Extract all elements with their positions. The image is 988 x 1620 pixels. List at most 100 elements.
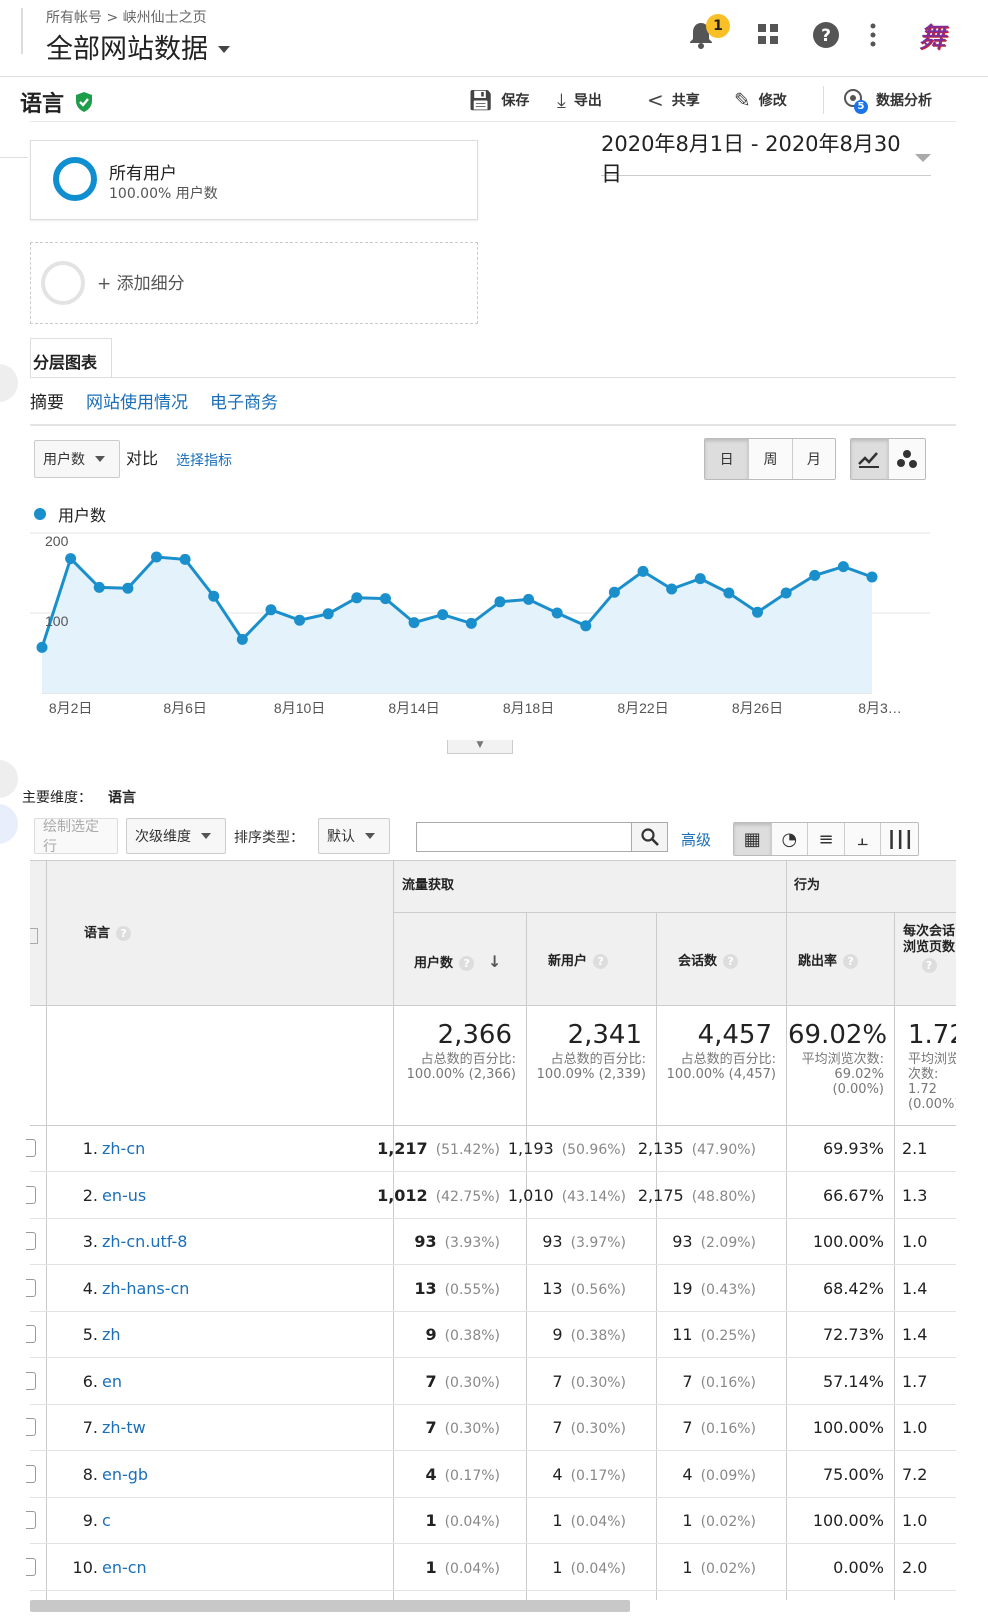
view-performance-button[interactable]: ≡	[807, 823, 844, 855]
col-header-users[interactable]: 用户数? ↓	[414, 954, 501, 972]
view-selector[interactable]: 全部网站数据	[46, 27, 230, 66]
insights-button[interactable]: 5 数据分析	[842, 88, 932, 114]
view-table-button[interactable]: ▦	[734, 823, 771, 855]
more-vert-icon[interactable]	[868, 22, 878, 48]
chart-point[interactable]	[208, 590, 220, 602]
primary-dimension-value[interactable]: 语言	[108, 787, 136, 807]
row-language-link[interactable]: c	[102, 1511, 111, 1530]
help-icon[interactable]: ?	[723, 954, 739, 969]
chart-point[interactable]	[437, 609, 449, 621]
table-row[interactable]: 8. en-gb 4 (0.17%) 4 (0.17%) 4 (0.09%) 75.00% 7.2	[26, 1452, 956, 1498]
metric-dropdown[interactable]: 用户数	[34, 440, 120, 478]
help-icon[interactable]: ?	[459, 956, 475, 971]
row-language-link[interactable]: zh-cn.utf-8	[102, 1232, 187, 1251]
chart-point[interactable]	[322, 608, 334, 620]
chart-point[interactable]	[93, 581, 105, 593]
table-row[interactable]: 4. zh-hans-cn 13 (0.55%) 13 (0.56%) 19 (0.43%) 6…	[26, 1266, 956, 1312]
chart-point[interactable]	[351, 592, 363, 604]
chart-point[interactable]	[637, 565, 649, 577]
row-language-link[interactable]: zh-cn	[102, 1139, 145, 1158]
side-nav-circle-3[interactable]	[0, 804, 18, 844]
table-row[interactable]: 10. en-cn 1 (0.04%) 1 (0.04%) 1 (0.02%) 0.00% 2.0	[26, 1545, 956, 1591]
chart-point[interactable]	[837, 561, 849, 573]
add-segment-card[interactable]: + 添加细分	[30, 242, 478, 324]
row-language-link[interactable]: en-cn	[102, 1558, 147, 1577]
row-checkbox[interactable]	[26, 1418, 36, 1436]
table-row[interactable]: 3. zh-cn.utf-8 93 (3.93%) 93 (3.97%) 93 (2.09%)…	[26, 1219, 956, 1265]
segment-all-users[interactable]: 所有用户 100.00% 用户数	[30, 140, 478, 220]
interval-day-button[interactable]: 日	[705, 439, 749, 479]
subtab-summary[interactable]: 摘要	[30, 388, 64, 413]
chart-point[interactable]	[408, 617, 420, 629]
chart-point[interactable]	[723, 587, 735, 599]
interval-week-button[interactable]: 周	[748, 439, 792, 479]
save-button[interactable]: 💾︎ 保存	[468, 88, 529, 112]
chart-point[interactable]	[36, 641, 48, 653]
help-icon[interactable]: ?	[921, 958, 937, 973]
chart-point[interactable]	[294, 614, 306, 626]
breadcrumb[interactable]: 所有帐号 > 峡州仙士之页	[46, 7, 207, 27]
chart-point[interactable]	[523, 593, 535, 605]
line-chart-toggle[interactable]	[851, 439, 888, 479]
advanced-filter-link[interactable]: 高级	[681, 829, 711, 850]
chart-point[interactable]	[866, 571, 878, 583]
apps-grid-icon[interactable]	[756, 22, 780, 46]
chart-point[interactable]	[666, 583, 678, 595]
view-comparison-button[interactable]: ⫠	[843, 823, 881, 855]
chart-point[interactable]	[580, 620, 592, 632]
select-metric-link[interactable]: 选择指标	[176, 450, 232, 470]
tab-explorer[interactable]: 分层图表	[30, 338, 112, 378]
chart-point[interactable]	[122, 582, 134, 594]
row-language-link[interactable]: zh-tw	[102, 1418, 146, 1437]
chart-point[interactable]	[65, 553, 77, 565]
edit-button[interactable]: ✎ 修改	[734, 88, 787, 112]
row-language-link[interactable]: en-gb	[102, 1465, 148, 1484]
avatar[interactable]: 舞	[918, 16, 946, 56]
col-header-new-users[interactable]: 新用户?	[548, 954, 609, 970]
chart-point[interactable]	[494, 596, 506, 608]
row-language-link[interactable]: zh	[102, 1325, 121, 1344]
chart-point[interactable]	[465, 617, 477, 629]
view-pivot-button[interactable]: ┃┃┃	[880, 823, 918, 855]
row-checkbox[interactable]	[26, 1139, 36, 1157]
row-checkbox[interactable]	[26, 1371, 36, 1390]
horizontal-scrollbar[interactable]	[30, 1600, 630, 1612]
help-icon[interactable]: ?	[116, 926, 132, 941]
chart-point[interactable]	[236, 633, 248, 645]
row-language-link[interactable]: en-us	[102, 1186, 146, 1205]
chart-point[interactable]	[379, 593, 391, 605]
subtab-site-usage[interactable]: 网站使用情况	[86, 388, 188, 413]
search-button[interactable]	[632, 822, 668, 852]
table-row[interactable]: 6. en 7 (0.30%) 7 (0.30%) 7 (0.16%) 57.14% 1.7	[26, 1359, 956, 1405]
export-button[interactable]: ⤓ 导出	[557, 88, 602, 112]
side-nav-circle[interactable]	[0, 364, 18, 402]
chart-point[interactable]	[551, 607, 563, 619]
subtab-ecommerce[interactable]: 电子商务	[210, 388, 278, 413]
motion-chart-toggle[interactable]	[887, 439, 925, 479]
chart-point[interactable]	[150, 551, 162, 563]
chart-point[interactable]	[608, 586, 620, 598]
col-header-bounce[interactable]: 跳出率?	[798, 954, 859, 970]
date-range-picker[interactable]: 2020年8月1日 - 2020年8月30日	[601, 132, 931, 186]
row-checkbox[interactable]	[26, 1464, 36, 1483]
col-header-sessions[interactable]: 会话数?	[678, 954, 739, 970]
table-row[interactable]: 9. c 1 (0.04%) 1 (0.04%) 1 (0.02%) 100.00% 1.0	[26, 1498, 956, 1544]
row-checkbox[interactable]	[26, 1325, 36, 1343]
chart-collapse-toggle[interactable]: ▼	[447, 740, 513, 754]
chart-point[interactable]	[179, 553, 191, 565]
chart-point[interactable]	[809, 569, 821, 581]
help-icon[interactable]: ?	[593, 954, 609, 969]
row-checkbox[interactable]	[26, 1557, 36, 1576]
chart-point[interactable]	[694, 573, 706, 585]
interval-month-button[interactable]: 月	[791, 439, 835, 479]
share-button[interactable]: < 共享	[647, 88, 700, 112]
table-row[interactable]: 1. zh-cn 1,217 (51.42%) 1,193 (50.96%) 2,135 (4…	[26, 1126, 956, 1172]
secondary-dimension-dropdown[interactable]: 次级维度	[126, 818, 226, 854]
chart-point[interactable]	[265, 604, 277, 616]
plot-rows-button[interactable]: 绘制选定行	[34, 818, 118, 855]
table-search-input[interactable]	[416, 822, 632, 852]
table-row[interactable]: 2. en-us 1,012 (42.75%) 1,010 (43.14%) 2,175 (4…	[26, 1173, 956, 1219]
table-row[interactable]: 5. zh 9 (0.38%) 9 (0.38%) 11 (0.25%) 72.73% 1.4	[26, 1312, 956, 1358]
view-pie-button[interactable]: ◔	[770, 823, 808, 855]
select-all-checkbox[interactable]	[30, 928, 38, 944]
